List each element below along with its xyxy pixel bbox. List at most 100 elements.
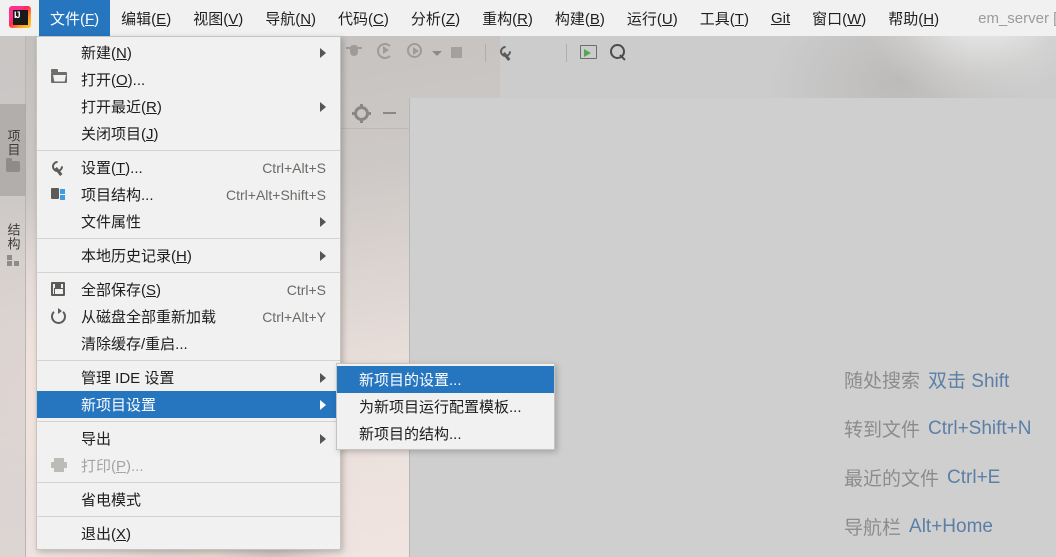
menu-item-0[interactable]: 新建(N) [37, 39, 340, 66]
menubar-item-label: 构建(B) [554, 10, 605, 28]
reload-icon [51, 307, 69, 325]
structure-icon [6, 254, 20, 266]
menu-item-7[interactable]: 文件属性 [37, 208, 340, 235]
menubar-item-label: 导航(N) [265, 10, 317, 28]
menubar-item-z[interactable]: 分析(Z) [400, 0, 471, 36]
sidebar-item-project[interactable]: 项目 [0, 104, 26, 196]
menu-item-3[interactable]: 关闭项目(J) [37, 120, 340, 147]
search-everywhere-icon[interactable] [610, 42, 634, 64]
toolwindow-divider [336, 128, 410, 129]
toolbar-separator-2 [566, 44, 567, 62]
panel-divider [409, 98, 410, 557]
menu-item-15[interactable]: 管理 IDE 设置 [37, 364, 340, 391]
menubar-item-label: 文件(F) [50, 10, 100, 28]
menu-item-19[interactable]: 打印(P)... [37, 452, 340, 479]
menu-item-shortcut: Ctrl+Alt+Shift+S [226, 186, 326, 203]
menu-separator [37, 360, 340, 361]
menu-item-label: 全部保存(S) [81, 282, 162, 299]
menubar-item-h[interactable]: 帮助(H) [877, 0, 950, 36]
menu-separator [37, 150, 340, 151]
menu-item-9[interactable]: 本地历史记录(H) [37, 242, 340, 269]
menu-item-label: 新建(N) [81, 45, 132, 62]
menu-item-label: 导出 [81, 431, 112, 448]
menubar-item-b[interactable]: 构建(B) [544, 0, 616, 36]
menu-item-13[interactable]: 清除缓存/重启... [37, 330, 340, 357]
run-icon[interactable] [376, 42, 400, 64]
toolbar-separator-1 [485, 44, 486, 62]
menubar-item-v[interactable]: 视图(V) [182, 0, 254, 36]
shortcut-tips: 随处搜索 双击 Shift 转到文件 Ctrl+Shift+N 最近的文件 Ctrl+E 导… [830, 355, 1056, 551]
shortcut-tip-key: Ctrl+E [947, 466, 1001, 488]
run-config-chevron-down-icon[interactable] [432, 50, 442, 56]
shortcut-tip-label: 转到文件 [844, 420, 921, 441]
settings-wrench-icon[interactable] [499, 42, 523, 64]
menu-item-2[interactable]: 打开最近(R) [37, 93, 340, 120]
menubar-item-label: 运行(U) [626, 10, 678, 28]
menu-item-label: 从磁盘全部重新加载 [81, 309, 217, 326]
menubar-item-f[interactable]: 文件(F) [39, 0, 111, 36]
menubar-item-r[interactable]: 重构(R) [471, 0, 544, 36]
gear-icon[interactable] [352, 103, 371, 123]
menu-item-shortcut: Ctrl+Alt+S [262, 159, 326, 176]
stop-icon[interactable] [448, 42, 472, 64]
menubar-item-label: 代码(C) [338, 10, 389, 28]
submenu-arrow-icon [320, 372, 326, 383]
menubar-item-u[interactable]: 运行(U) [616, 0, 689, 36]
folder-icon [51, 68, 69, 88]
menu-item-1[interactable]: 打开(O)... [37, 66, 340, 93]
menu-item-sub-0[interactable]: 新项目的设置... [337, 366, 554, 393]
menu-item-18[interactable]: 导出 [37, 425, 340, 452]
menubar-item-t[interactable]: 工具(T) [689, 0, 760, 36]
menu-item-label: 管理 IDE 设置 [81, 370, 175, 387]
menu-separator [37, 421, 340, 422]
menu-item-11[interactable]: 全部保存(S) Ctrl+S [37, 276, 340, 303]
menu-item-label: 项目结构... [81, 187, 154, 204]
run-with-coverage-icon[interactable] [406, 42, 430, 64]
menu-item-label: 新项目的设置... [359, 372, 462, 389]
menu-item-label: 设置(T)... [81, 160, 143, 177]
minimize-icon[interactable] [383, 112, 396, 114]
shortcut-tip-2: 最近的文件 Ctrl+E [830, 453, 1056, 502]
shortcut-tip-key: Ctrl+Shift+N [928, 417, 1032, 439]
menubar-item-git[interactable]: Git [760, 0, 801, 36]
menu-item-21[interactable]: 省电模式 [37, 486, 340, 513]
menubar-item-c[interactable]: 代码(C) [327, 0, 400, 36]
menu-item-label: 清除缓存/重启... [81, 336, 188, 353]
menu-separator [37, 482, 340, 483]
submenu-arrow-icon [320, 399, 326, 410]
debug-bug-icon[interactable] [346, 42, 370, 64]
project-structure-icon[interactable] [529, 42, 553, 64]
sidebar-item-structure[interactable]: 结构 [0, 200, 26, 288]
menu-item-label: 新项目设置 [81, 397, 157, 414]
intellij-idea-logo [5, 3, 35, 33]
toolwindow-header [340, 98, 410, 128]
menu-item-12[interactable]: 从磁盘全部重新加载 Ctrl+Alt+Y [37, 303, 340, 330]
menubar-item-n[interactable]: 导航(N) [254, 0, 327, 36]
menu-item-label: 打开(O)... [81, 72, 146, 89]
menubar-item-label: 重构(R) [482, 10, 533, 28]
shortcut-tip-1: 转到文件 Ctrl+Shift+N [830, 404, 1056, 453]
menubar-item-label: 窗口(W) [812, 10, 867, 28]
menu-separator [37, 272, 340, 273]
menu-item-sub-1[interactable]: 为新项目运行配置模板... [337, 393, 554, 420]
menu-item-23[interactable]: 退出(X) [37, 520, 340, 547]
menu-item-shortcut: Ctrl+Alt+Y [262, 308, 326, 325]
menubar-item-label: 工具(T) [699, 10, 749, 28]
menu-item-label: 打开最近(R) [81, 99, 162, 116]
new-project-settings-submenu: 新项目的设置... 为新项目运行配置模板... 新项目的结构... [336, 363, 555, 450]
shortcut-tip-key: 双击 Shift [928, 371, 1010, 392]
ide-window: 项目 结构 随处搜索 双击 Shift 转到文件 Ctrl+Shift+N 最近的文件 C… [0, 0, 1056, 557]
menu-item-5[interactable]: 设置(T)... Ctrl+Alt+S [37, 154, 340, 181]
menu-item-shortcut: Ctrl+S [286, 281, 326, 298]
shortcut-tip-0: 随处搜索 双击 Shift [830, 355, 1056, 404]
menu-item-label: 新项目的结构... [359, 426, 462, 443]
menu-item-sub-2[interactable]: 新项目的结构... [337, 420, 554, 447]
submenu-arrow-icon [320, 101, 326, 112]
menubar-item-e[interactable]: 编辑(E) [110, 0, 182, 36]
menu-item-16[interactable]: 新项目设置 [37, 391, 340, 418]
menubar-item-w[interactable]: 窗口(W) [801, 0, 877, 36]
menubar-item-label: 分析(Z) [410, 10, 461, 28]
shortcut-tip-key: Alt+Home [909, 515, 993, 537]
menu-item-6[interactable]: 项目结构... Ctrl+Alt+Shift+S [37, 181, 340, 208]
terminal-icon[interactable] [580, 42, 604, 64]
